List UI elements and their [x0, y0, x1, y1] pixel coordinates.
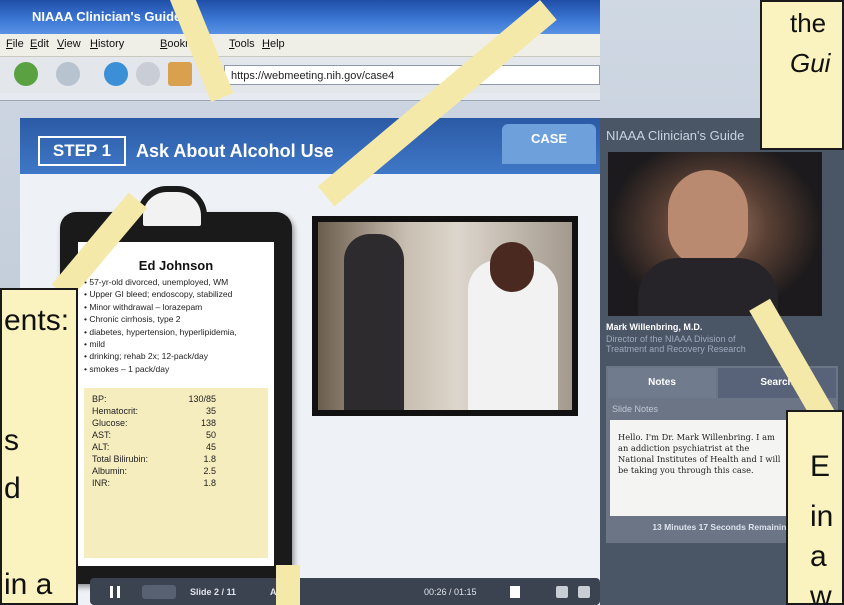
pause-icon[interactable] — [110, 586, 120, 598]
tab-notes[interactable]: Notes — [608, 368, 716, 398]
presenter-name: Mark Willenbring, M.D. — [606, 322, 703, 332]
menu-history[interactable]: History — [90, 38, 124, 50]
callout-text: E — [810, 450, 831, 483]
slide-notes-text: Hello. I'm Dr. Mark Willenbring. I am an… — [610, 420, 790, 516]
history-item: 57-yr-old divorced, unemployed, WM — [84, 276, 270, 288]
lab-label: Hematocrit: — [92, 406, 139, 416]
lab-label: AST: — [92, 430, 112, 440]
lab-value: 1.8 — [203, 478, 216, 488]
forward-icon[interactable] — [56, 62, 80, 86]
lab-label: Total Bilirubin: — [92, 454, 149, 464]
lab-row: ALT: 45 — [92, 442, 216, 452]
menu-file[interactable]: File — [6, 38, 24, 50]
history-item: mild — [84, 338, 270, 350]
menu-help[interactable]: Help — [262, 38, 285, 50]
presenter-face — [668, 170, 748, 266]
lab-values-panel: BP: 130/85 Hematocrit: 35 Glucose: 138 AST:… — [84, 388, 268, 558]
lab-row: BP: 130/85 — [92, 394, 216, 404]
lab-row: AST: 50 — [92, 430, 216, 440]
history-item: Chronic cirrhosis, type 2 — [84, 313, 270, 325]
slide-counter: Slide 2 / 11 — [190, 587, 237, 597]
lab-row: Albumin: 2.5 — [92, 466, 216, 476]
callout-text: w — [810, 580, 832, 605]
lab-value: 1.8 — [203, 454, 216, 464]
clinician-hair — [490, 242, 534, 292]
lab-label: INR: — [92, 478, 110, 488]
stop-icon[interactable] — [136, 62, 160, 86]
callout-text: the — [790, 8, 827, 38]
step-badge: STEP 1 — [38, 136, 126, 166]
history-item: drinking; rehab 2x; 12-pack/day — [84, 350, 270, 362]
case-video[interactable] — [318, 222, 572, 410]
lab-value: 138 — [200, 418, 216, 428]
history-item: Minor withdrawal – lorazepam — [84, 301, 270, 313]
callout-text: d — [4, 472, 21, 505]
reload-icon[interactable] — [104, 62, 128, 86]
patient-history-list: 57-yr-old divorced, unemployed, WM Upper… — [84, 276, 270, 375]
presenter-video — [608, 152, 822, 316]
callout-text: s — [4, 424, 19, 457]
lab-value: 45 — [205, 442, 216, 452]
history-item: Upper GI bleed; endoscopy, stabilized — [84, 288, 270, 300]
history-item: smokes – 1 pack/day — [84, 363, 270, 375]
outline-icon[interactable] — [578, 586, 590, 598]
address-bar[interactable]: https://webmeeting.nih.gov/case4 — [224, 65, 600, 85]
attachment-icon[interactable] — [556, 586, 568, 598]
lab-label: BP: — [92, 394, 107, 404]
callout-text: ents: — [4, 304, 70, 337]
skip-buttons[interactable] — [142, 585, 176, 599]
lab-label: Albumin: — [92, 466, 128, 476]
lab-value: 2.5 — [203, 466, 216, 476]
time-code: 00:26 / 01:15 — [424, 587, 477, 597]
player-controls — [90, 578, 600, 605]
callout-text: in a — [4, 568, 53, 601]
clipboard-clip-icon — [137, 186, 207, 232]
patient-name: Ed Johnson — [138, 258, 214, 273]
lab-row: Total Bilirubin: 1.8 — [92, 454, 216, 464]
callout-text: a — [810, 540, 827, 573]
doctor-figure — [344, 234, 404, 410]
window-title: NIAAA Clinician's Guide: — [32, 9, 186, 24]
menu-view[interactable]: View — [57, 38, 81, 50]
volume-icon[interactable] — [510, 586, 520, 598]
history-item: diabetes, hypertension, hyperlipidemia, — [84, 326, 270, 338]
lab-label: ALT: — [92, 442, 110, 452]
lab-row: Hematocrit: 35 — [92, 406, 216, 416]
lab-value: 130/85 — [188, 394, 216, 404]
callout-text: Gui — [790, 48, 831, 78]
back-icon[interactable] — [14, 62, 38, 86]
lab-row: Glucose: 138 — [92, 418, 216, 428]
menu-edit[interactable]: Edit — [30, 38, 49, 50]
callout-text: in — [810, 500, 834, 533]
pointer-arrow — [276, 565, 300, 605]
lab-row: INR: 1.8 — [92, 478, 216, 488]
home-icon[interactable] — [168, 62, 192, 86]
step-title: Ask About Alcohol Use — [136, 141, 334, 161]
lab-label: Glucose: — [92, 418, 128, 428]
lab-value: 35 — [205, 406, 216, 416]
slide-notes-label: Slide Notes — [612, 404, 659, 414]
case-tab[interactable]: CASE — [502, 124, 596, 164]
sidebar-header: NIAAA Clinician's Guide — [606, 128, 745, 143]
lab-value: 50 — [205, 430, 216, 440]
menu-tools[interactable]: Tools — [229, 38, 255, 50]
